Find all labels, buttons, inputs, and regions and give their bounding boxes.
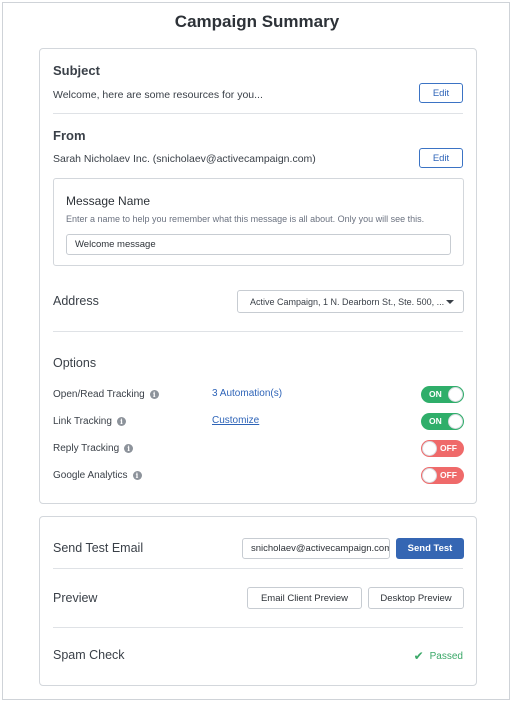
option-label: Link Tracking	[53, 415, 112, 427]
spam-check-status-text: Passed	[429, 650, 463, 662]
subject-value: Welcome, here are some resources for you…	[53, 89, 263, 101]
address-select[interactable]: Active Campaign, 1 N. Dearborn St., Ste.…	[237, 290, 464, 313]
message-name-box: Message Name Enter a name to help you re…	[53, 178, 464, 266]
spam-check-heading: Spam Check	[53, 648, 125, 662]
info-icon[interactable]: i	[132, 470, 142, 480]
option-row-open-read-tracking: Open/Read Tracking i	[53, 385, 159, 403]
option-row-reply-tracking: Reply Tracking i	[53, 439, 134, 457]
link-tracking-toggle[interactable]: ON	[421, 413, 464, 430]
test-preview-card: Send Test Email snicholaev@activecampaig…	[39, 516, 477, 686]
from-edit-button[interactable]: Edit	[419, 148, 463, 168]
checkmark-icon: ✔	[413, 649, 424, 663]
preview-heading: Preview	[53, 591, 98, 605]
desktop-preview-button[interactable]: Desktop Preview	[368, 587, 464, 609]
send-test-heading: Send Test Email	[53, 541, 144, 555]
google-analytics-toggle[interactable]: OFF	[421, 467, 464, 484]
toggle-knob	[448, 387, 463, 402]
message-name-input[interactable]: Welcome message	[66, 234, 451, 255]
divider	[53, 627, 463, 628]
toggle-knob	[422, 441, 437, 456]
reply-tracking-toggle[interactable]: OFF	[421, 440, 464, 457]
spam-check-status: ✔ Passed	[414, 649, 463, 663]
message-name-heading: Message Name	[66, 194, 151, 208]
subject-heading: Subject	[53, 63, 100, 78]
address-selected-value: Active Campaign, 1 N. Dearborn St., Ste.…	[250, 296, 445, 307]
from-value: Sarah Nicholaev Inc. (snicholaev@activec…	[53, 153, 316, 165]
option-label: Open/Read Tracking	[53, 388, 145, 400]
info-icon[interactable]: i	[149, 389, 159, 399]
option-row-link-tracking: Link Tracking i	[53, 412, 126, 430]
info-icon[interactable]: i	[124, 443, 134, 453]
options-heading: Options	[53, 356, 97, 370]
option-label: Google Analytics	[53, 469, 128, 481]
toggle-knob	[448, 414, 463, 429]
info-icon[interactable]: i	[116, 416, 126, 426]
toggle-knob	[422, 468, 437, 483]
page-title: Campaign Summary	[174, 12, 340, 31]
open-read-tracking-toggle[interactable]: ON	[421, 386, 464, 403]
test-email-input[interactable]: snicholaev@activecampaign.com	[242, 538, 390, 559]
option-label: Reply Tracking	[53, 442, 120, 454]
caret-down-icon	[446, 300, 454, 304]
divider	[53, 113, 463, 114]
message-name-hint: Enter a name to help you remember what t…	[66, 214, 425, 224]
toggle-state-text: OFF	[440, 443, 457, 453]
customize-link[interactable]: Customize	[212, 415, 259, 426]
subject-edit-button[interactable]: Edit	[419, 83, 463, 103]
campaign-settings-card: Subject Welcome, here are some resources…	[39, 48, 477, 504]
divider	[53, 331, 463, 332]
from-heading: From	[53, 128, 86, 143]
address-heading: Address	[53, 294, 99, 308]
option-row-google-analytics: Google Analytics i	[53, 466, 142, 484]
email-client-preview-button[interactable]: Email Client Preview	[247, 587, 362, 609]
automations-link[interactable]: 3 Automation(s)	[212, 388, 282, 399]
toggle-state-text: ON	[429, 416, 442, 426]
toggle-state-text: OFF	[440, 470, 457, 480]
divider	[53, 568, 463, 569]
send-test-button[interactable]: Send Test	[396, 538, 464, 559]
toggle-state-text: ON	[429, 389, 442, 399]
